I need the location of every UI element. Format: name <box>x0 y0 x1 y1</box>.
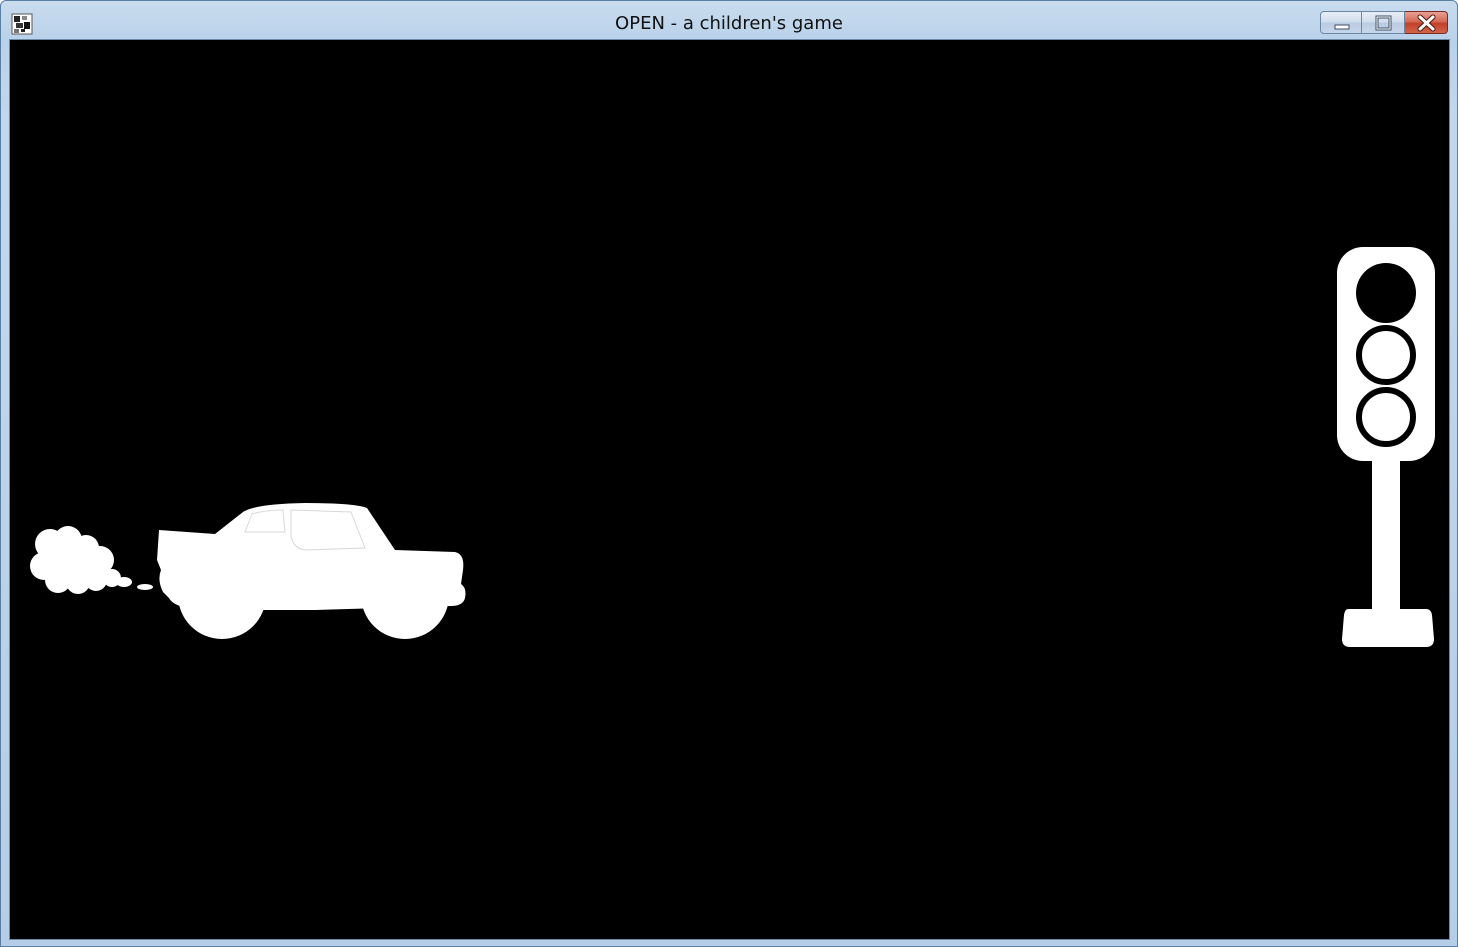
traffic-light[interactable] <box>1332 245 1444 650</box>
minimize-button[interactable] <box>1320 11 1362 34</box>
top-lamp <box>1356 263 1416 323</box>
exhaust-cloud <box>30 526 153 594</box>
game-window: OPEN - a children's game <box>0 0 1458 947</box>
bottom-lamp <box>1356 387 1416 447</box>
caption-buttons <box>1320 11 1448 35</box>
maximize-button[interactable] <box>1362 11 1405 34</box>
car-silhouette[interactable] <box>155 500 467 642</box>
maximize-icon <box>1375 15 1392 31</box>
close-button[interactable] <box>1405 11 1448 34</box>
middle-lamp <box>1356 325 1416 385</box>
title-bar[interactable]: OPEN - a children's game <box>1 1 1457 39</box>
minimize-icon <box>1334 24 1350 30</box>
window-title: OPEN - a children's game <box>615 13 843 34</box>
game-canvas[interactable] <box>9 39 1450 940</box>
close-icon <box>1417 14 1436 32</box>
